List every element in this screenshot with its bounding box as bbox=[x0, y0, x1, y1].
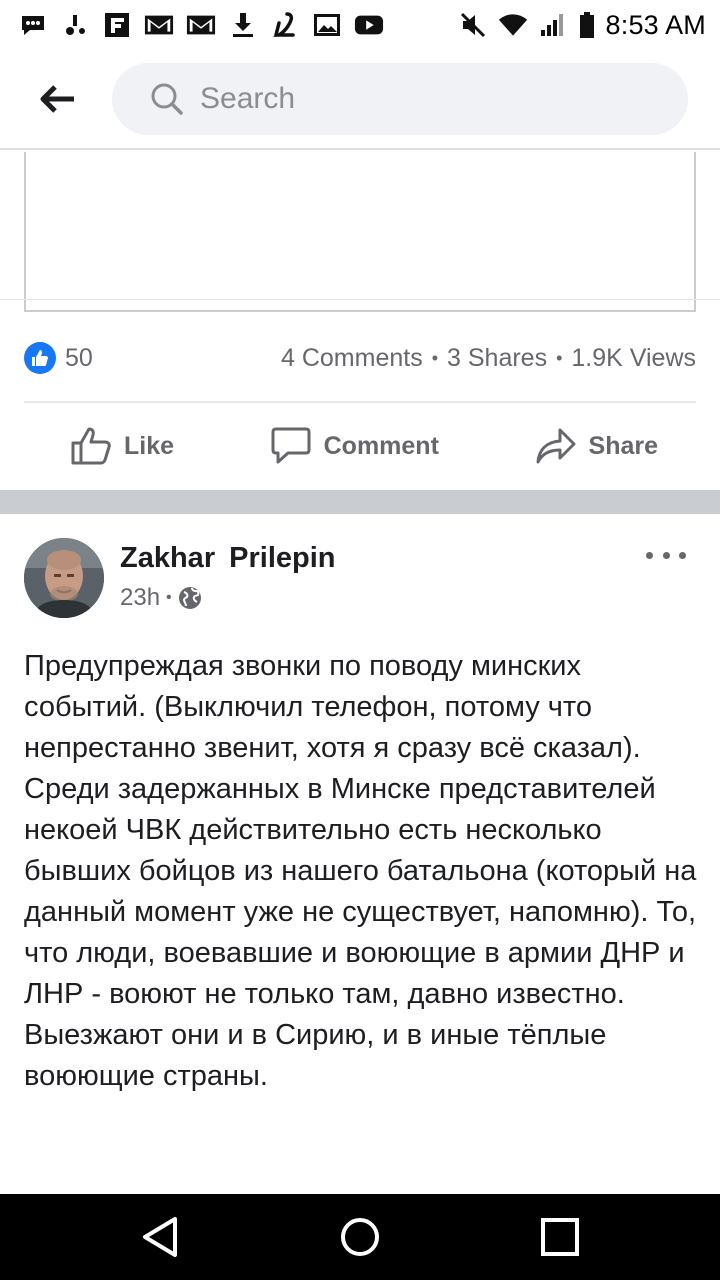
post-author[interactable]: Zakhar Prilepin bbox=[120, 542, 336, 575]
clock: 8:53 AM bbox=[605, 9, 706, 40]
post-stats: 50 4 Comments • 3 Shares • 1.9K Views bbox=[24, 336, 696, 380]
post-time[interactable]: 23h bbox=[120, 584, 160, 612]
home-circle-icon bbox=[341, 1218, 379, 1256]
image-icon bbox=[312, 12, 342, 38]
separator-dot: • bbox=[556, 347, 563, 368]
notification-icons bbox=[18, 12, 384, 38]
search-icon bbox=[151, 83, 183, 115]
shares-count[interactable]: 3 Shares bbox=[447, 344, 547, 373]
post-meta: 23h • bbox=[120, 584, 202, 612]
dot bbox=[662, 551, 670, 559]
share-arrow-icon bbox=[536, 428, 576, 464]
feed-separator bbox=[0, 490, 720, 514]
signal-icon bbox=[538, 12, 568, 38]
status-bar: 8:53 AM bbox=[0, 0, 720, 50]
like-reaction-icon bbox=[24, 342, 56, 374]
views-count: 1.9K Views bbox=[571, 343, 696, 372]
search-placeholder: Search bbox=[200, 82, 296, 115]
back-arrow-icon bbox=[40, 85, 74, 113]
gmail-icon bbox=[144, 12, 174, 38]
share-button[interactable]: Share bbox=[519, 426, 674, 466]
separator-dot: • bbox=[431, 347, 439, 368]
separator-dot: • bbox=[166, 589, 172, 606]
share-label: Share bbox=[588, 431, 658, 460]
comments-count[interactable]: 4 Comments bbox=[281, 344, 423, 373]
nav-back-button[interactable] bbox=[120, 1202, 200, 1272]
post-header: Zakhar Prilepin 23h • bbox=[24, 538, 696, 620]
like-label: Like bbox=[124, 431, 175, 460]
nav-home-button[interactable] bbox=[320, 1202, 400, 1272]
post-body-text[interactable]: Предупреждая звонки по поводу минских со… bbox=[24, 646, 700, 1194]
system-navigation-bar bbox=[0, 1194, 720, 1280]
download-icon bbox=[228, 12, 258, 38]
thumbs-up-icon bbox=[71, 427, 111, 465]
mute-icon bbox=[458, 12, 488, 38]
reaction-count[interactable]: 50 bbox=[65, 344, 93, 373]
battery-icon bbox=[578, 12, 596, 38]
comment-button[interactable]: Comment bbox=[254, 426, 455, 466]
globe-icon bbox=[178, 587, 201, 609]
flipboard-icon bbox=[102, 12, 132, 38]
back-button[interactable] bbox=[18, 59, 98, 139]
search-input[interactable]: Search bbox=[112, 63, 688, 135]
back-triangle-icon bbox=[143, 1217, 177, 1257]
messenger-icon bbox=[18, 12, 48, 38]
like-button[interactable]: Like bbox=[54, 426, 190, 466]
voicemail-icon bbox=[60, 12, 90, 38]
media-inner-line bbox=[0, 299, 720, 300]
previous-post-media[interactable] bbox=[24, 152, 696, 312]
youtube-icon bbox=[354, 12, 384, 38]
engagement-summary: 4 Comments • 3 Shares • 1.9K Views bbox=[281, 344, 696, 373]
lyft-icon bbox=[270, 12, 300, 38]
comment-bubble-icon bbox=[271, 427, 311, 464]
comment-label: Comment bbox=[323, 431, 439, 460]
nav-recents-button[interactable] bbox=[520, 1202, 600, 1272]
more-options-button[interactable] bbox=[646, 540, 686, 570]
search-header: Search bbox=[0, 50, 720, 150]
wifi-icon bbox=[498, 12, 528, 38]
recents-square-icon bbox=[541, 1218, 579, 1256]
dot bbox=[646, 551, 653, 559]
system-status: 8:53 AM bbox=[458, 10, 706, 41]
divider bbox=[24, 401, 696, 403]
avatar[interactable] bbox=[24, 538, 104, 618]
post-actions: Like Comment Share bbox=[24, 414, 696, 478]
dot bbox=[679, 551, 686, 559]
gmail-icon bbox=[186, 12, 216, 38]
